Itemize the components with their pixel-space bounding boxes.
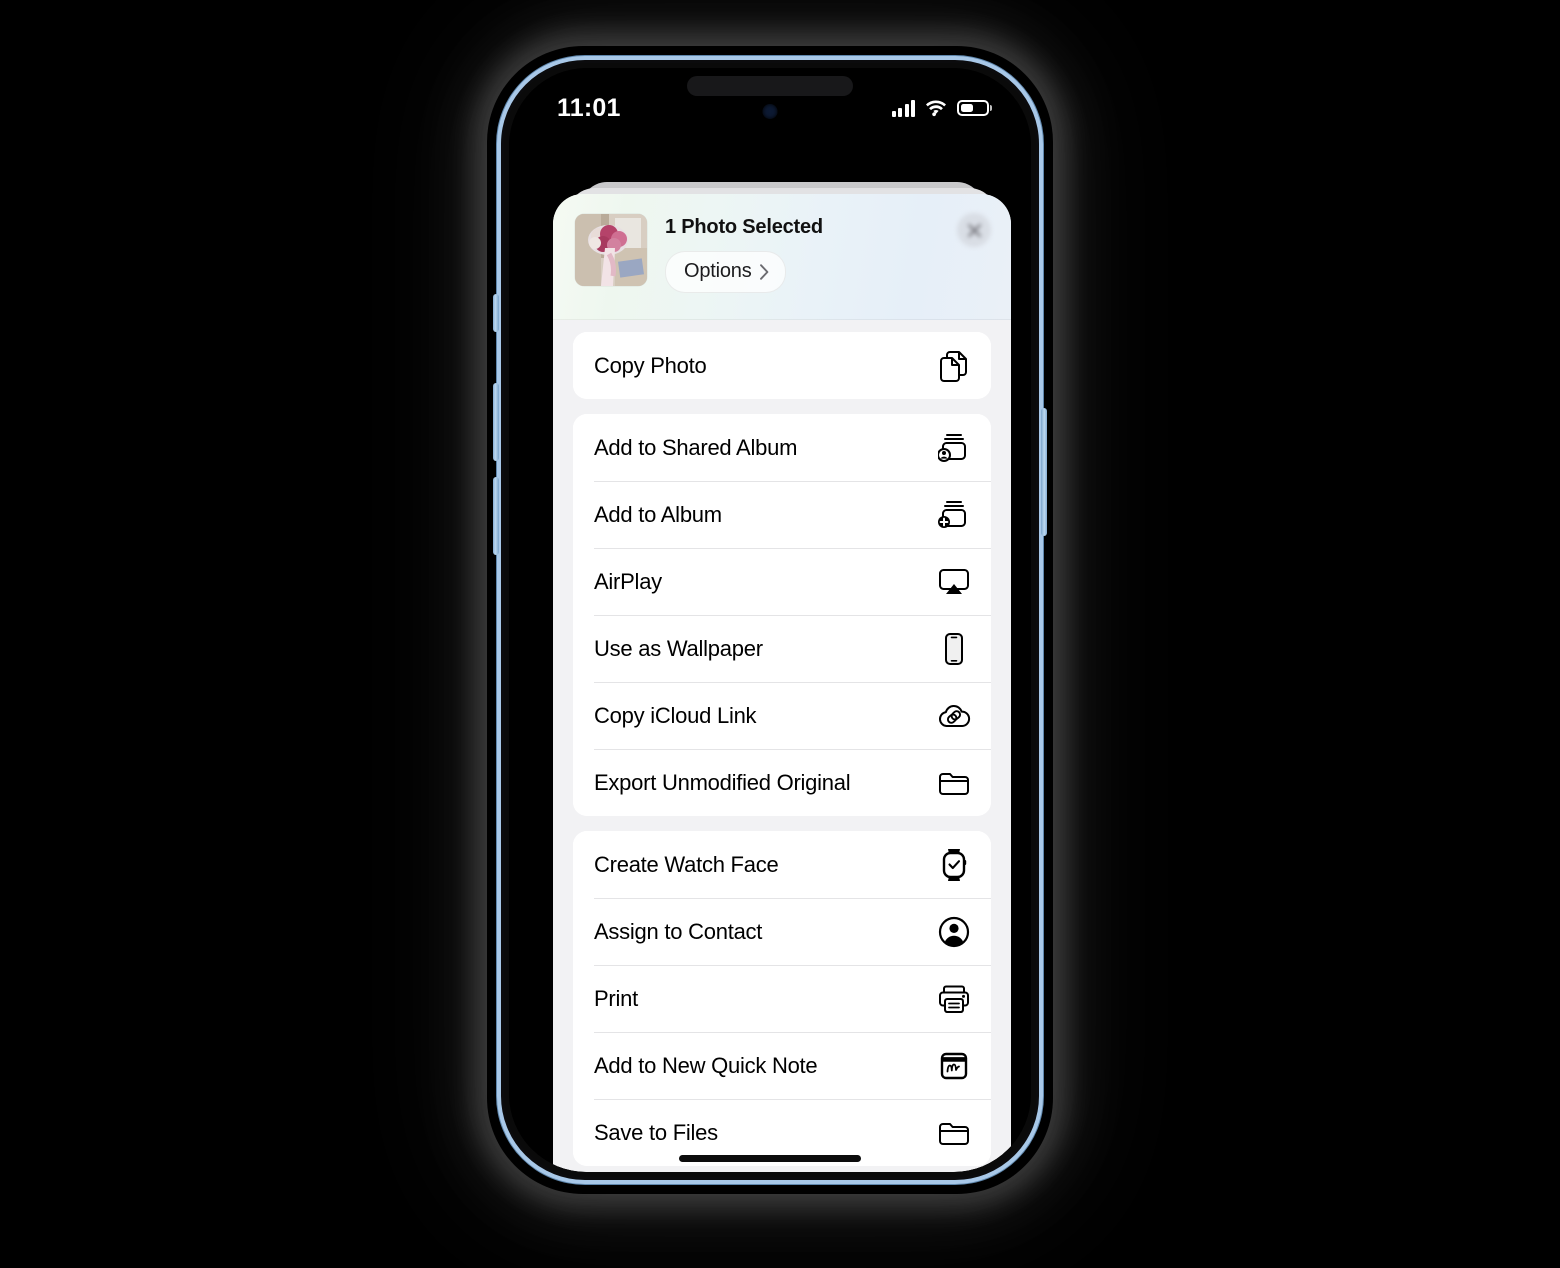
shared-album-icon (937, 431, 971, 465)
airplay-icon (937, 565, 971, 599)
list-item-label: Print (594, 985, 638, 1011)
battery-icon (957, 100, 989, 116)
list-item-label: Add to New Quick Note (594, 1052, 818, 1078)
share-sheet-header: 1 Photo Selected Options (553, 194, 1011, 320)
list-item-label: Use as Wallpaper (594, 635, 763, 661)
iphone-device-frame: 11:01 1 Photo Selected Options Copy Phot… (497, 56, 1043, 1184)
page-title: 1 Photo Selected (665, 216, 823, 238)
printer-icon (937, 982, 971, 1016)
list-item-copy-photo[interactable]: Copy Photo (573, 332, 991, 399)
list-item-label: Add to Album (594, 501, 722, 527)
close-button[interactable] (957, 213, 991, 247)
photo-thumbnail-bouquet[interactable] (575, 214, 647, 286)
speaker-grille-icon (687, 76, 853, 96)
list-item-use-as-wallpaper[interactable]: Use as Wallpaper (573, 615, 991, 682)
list-item-label: Save to Files (594, 1119, 718, 1145)
list-item-add-to-shared-album[interactable]: Add to Shared Album (573, 414, 991, 481)
action-section-1: Copy Photo (573, 332, 991, 399)
list-item-export-unmodified-original[interactable]: Export Unmodified Original (573, 749, 991, 816)
list-item-copy-icloud-link[interactable]: Copy iCloud Link (573, 682, 991, 749)
list-item-print[interactable]: Print (573, 965, 991, 1032)
front-camera-icon (762, 104, 778, 119)
folder-icon (937, 1116, 971, 1150)
list-item-label: Copy iCloud Link (594, 702, 757, 728)
list-item-label: Create Watch Face (594, 851, 779, 877)
contact-person-icon (937, 915, 971, 949)
list-item-airplay[interactable]: AirPlay (573, 548, 991, 615)
list-item-label: Assign to Contact (594, 918, 763, 944)
share-sheet-body: Copy Photo Add to Shared Album Add to Al… (553, 320, 1011, 1172)
copy-documents-icon (937, 349, 971, 383)
power-button[interactable] (1041, 408, 1047, 536)
photo-thumbnail-image (575, 214, 647, 286)
folder-icon (937, 766, 971, 800)
list-item-create-watch-face[interactable]: Create Watch Face (573, 831, 991, 898)
add-to-album-icon (937, 498, 971, 532)
phone-screen: 11:01 1 Photo Selected Options Copy Phot… (509, 68, 1031, 1172)
silence-switch-button[interactable] (493, 294, 499, 332)
quick-note-icon (937, 1049, 971, 1083)
action-section-3: Create Watch Face Assign to Contact Prin… (573, 831, 991, 1166)
screenshot-root: 11:01 1 Photo Selected Options Copy Phot… (0, 0, 1560, 1268)
apple-watch-icon (937, 848, 971, 882)
list-item-assign-to-contact[interactable]: Assign to Contact (573, 898, 991, 965)
options-button[interactable]: Options (665, 251, 786, 293)
share-sheet-header-text: 1 Photo Selected Options (665, 214, 823, 293)
list-item-add-to-new-quick-note[interactable]: Add to New Quick Note (573, 1032, 991, 1099)
list-item-label: AirPlay (594, 568, 662, 594)
list-item-label: Copy Photo (594, 352, 707, 378)
list-item-add-to-album[interactable]: Add to Album (573, 481, 991, 548)
phone-inner-bezel: 11:01 1 Photo Selected Options Copy Phot… (509, 68, 1031, 1172)
options-button-label: Options (684, 260, 752, 282)
action-section-2: Add to Shared Album Add to Album AirPlay… (573, 414, 991, 816)
home-indicator[interactable] (679, 1155, 861, 1162)
icloud-link-icon (937, 699, 971, 733)
volume-down-button[interactable] (493, 477, 499, 555)
chevron-right-icon (759, 263, 768, 280)
iphone-icon (937, 632, 971, 666)
close-icon (967, 223, 981, 237)
share-sheet: 1 Photo Selected Options Copy Photo Add … (553, 194, 1011, 1172)
list-item-label: Export Unmodified Original (594, 769, 851, 795)
volume-up-button[interactable] (493, 383, 499, 461)
list-item-label: Add to Shared Album (594, 434, 798, 460)
